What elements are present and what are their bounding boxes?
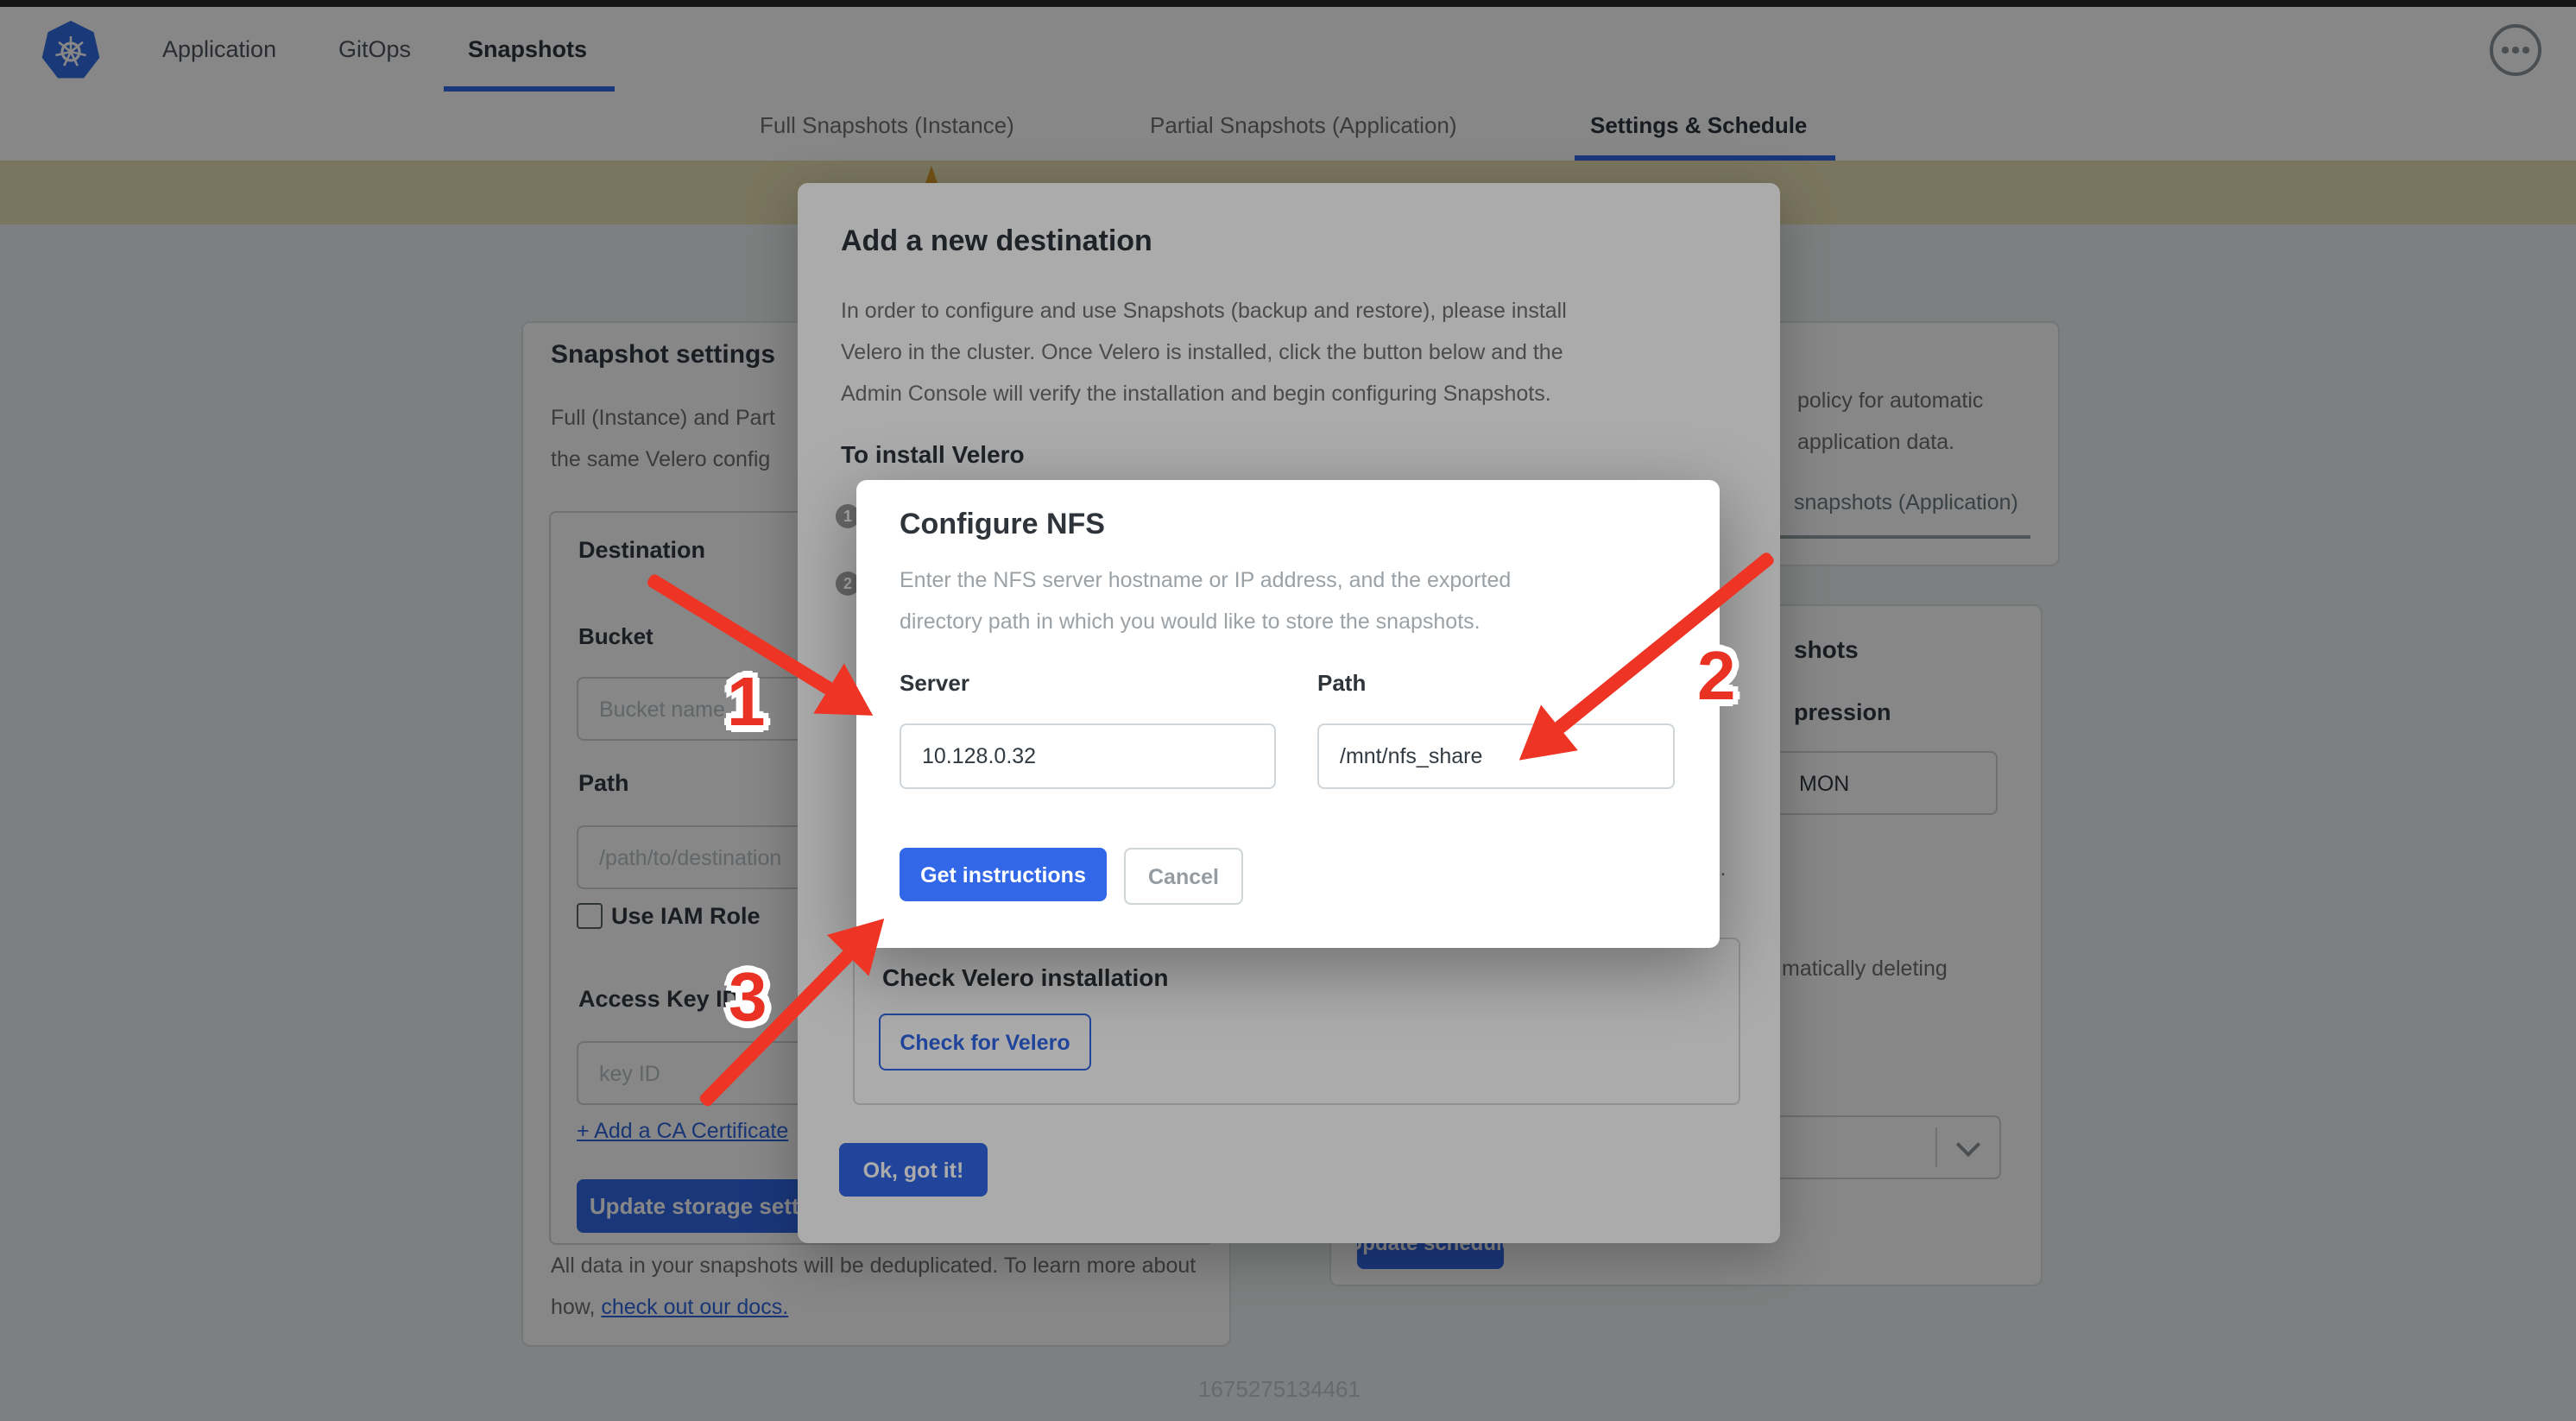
annotation-number-3: 3 (729, 963, 767, 1033)
app-window: Application GitOps Snapshots Full Snapsh… (0, 0, 2576, 1421)
annotation-number-1: 1 (727, 668, 766, 737)
server-input[interactable] (900, 723, 1276, 789)
configure-nfs-modal: Configure NFS Enter the NFS server hostn… (856, 480, 1720, 948)
nfs-path-input[interactable] (1317, 723, 1675, 789)
cancel-button[interactable]: Cancel (1124, 848, 1243, 905)
nfs-desc-line2: directory path in which you would like t… (900, 609, 1481, 634)
get-instructions-button[interactable]: Get instructions (900, 848, 1107, 901)
nfs-path-label: Path (1317, 670, 1366, 696)
server-label: Server (900, 670, 969, 696)
nfs-modal-title: Configure NFS (900, 508, 1105, 542)
nfs-desc-line1: Enter the NFS server hostname or IP addr… (900, 568, 1511, 592)
annotation-number-2: 2 (1697, 642, 1736, 711)
